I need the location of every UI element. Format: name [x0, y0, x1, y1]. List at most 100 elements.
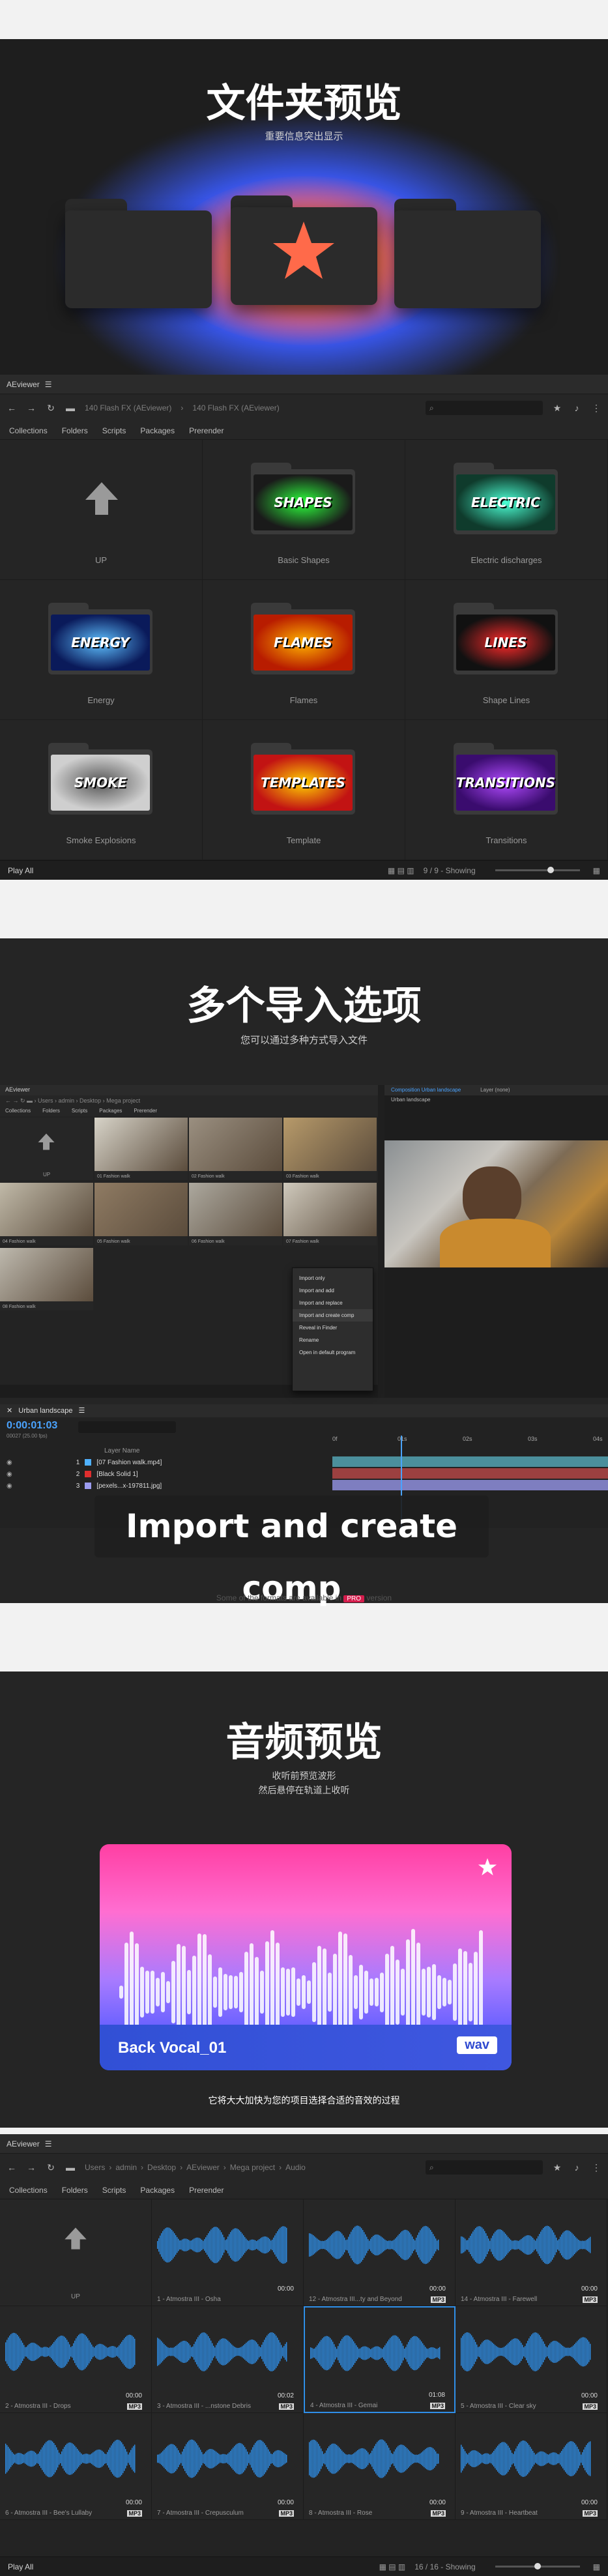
clip-tile[interactable]: 06 Fashion walk — [189, 1183, 282, 1245]
clip-tile[interactable]: 04 Fashion walk — [0, 1183, 93, 1245]
layer-tab[interactable]: Layer (none) — [480, 1087, 510, 1093]
breadcrumb-0[interactable]: 140 Flash FX (AEviewer) — [85, 403, 171, 412]
more-icon[interactable]: ⋮ — [591, 403, 601, 413]
audio-tile[interactable]: 00:00 MP3 12 - Atmostra III...ty and Beyon… — [304, 2199, 456, 2306]
clip-tile[interactable]: 03 Fashion walk — [283, 1118, 377, 1180]
clip-tile[interactable]: 01 Fashion walk — [94, 1118, 188, 1180]
menu-packages[interactable]: Packages — [99, 1108, 122, 1116]
eye-icon[interactable]: ◉ — [7, 1471, 12, 1478]
star-icon[interactable]: ★ — [552, 403, 562, 413]
folder-tile-2[interactable]: ELECTRIC Electric discharges — [405, 440, 608, 580]
menu-prerender[interactable]: Prerender — [134, 1108, 157, 1116]
menu-prerender[interactable]: Prerender — [189, 426, 224, 435]
eye-icon[interactable]: ◉ — [7, 1459, 12, 1466]
clip-tile[interactable]: 02 Fashion walk — [189, 1118, 282, 1180]
layout-icon[interactable]: ▦ — [593, 2562, 600, 2571]
track-bar-1[interactable] — [332, 1456, 608, 1467]
forward-icon[interactable]: → — [26, 2162, 36, 2173]
up-tile[interactable]: UP — [0, 2199, 152, 2306]
folder-tile-5[interactable]: LINES Shape Lines — [405, 580, 608, 720]
timeline-search[interactable] — [78, 1421, 176, 1433]
menu-folders[interactable]: Folders — [62, 2186, 88, 2195]
bell-icon[interactable]: ♪ — [572, 2162, 582, 2173]
timecode[interactable]: 0:00:01:03 — [7, 1420, 57, 1432]
search-input[interactable]: ⌕ — [426, 401, 543, 415]
context-menu-item[interactable]: Reveal in Finder — [293, 1322, 373, 1334]
up-tile[interactable]: UP — [0, 1118, 93, 1180]
track-bar-3[interactable] — [332, 1480, 608, 1490]
folder-tile-8[interactable]: TRANSITIONS Transitions — [405, 720, 608, 860]
layer-row[interactable]: ◉ 3 [pexels...x-197811.jpg] — [0, 1480, 329, 1492]
audio-tile[interactable]: 00:00 1 - Atmostra III - Osha — [152, 2199, 304, 2306]
folder-tile-3[interactable]: ENERGY Energy — [0, 580, 203, 720]
star-icon[interactable] — [478, 1857, 497, 1877]
menu-scripts[interactable]: Scripts — [102, 2186, 126, 2195]
audio-tile[interactable]: 00:00 MP3 9 - Atmostra III - Heartbeat — [456, 2413, 607, 2520]
back-icon[interactable]: ← — [7, 2162, 17, 2173]
breadcrumb-item[interactable]: Users — [85, 2163, 105, 2172]
layer-row[interactable]: ◉ 1 [07 Fashion walk.mp4] — [0, 1456, 329, 1468]
bell-icon[interactable]: ♪ — [572, 403, 582, 413]
menu-folders[interactable]: Folders — [42, 1108, 60, 1116]
grid-view-icon[interactable]: ▦ ▤ ▥ — [388, 866, 414, 875]
audio-tile[interactable]: 00:00 MP3 8 - Atmostra III - Rose — [304, 2413, 456, 2520]
close-icon[interactable]: ✕ — [7, 1407, 12, 1415]
folder-tile-0[interactable]: UP — [0, 440, 203, 580]
zoom-slider[interactable] — [495, 867, 580, 873]
menu-packages[interactable]: Packages — [140, 2186, 175, 2195]
more-icon[interactable]: ⋮ — [591, 2162, 601, 2173]
play-all-button[interactable]: Play All — [8, 866, 33, 875]
breadcrumb-item[interactable]: AEviewer — [186, 2163, 220, 2172]
eye-icon[interactable]: ◉ — [7, 1483, 12, 1490]
menu-packages[interactable]: Packages — [140, 426, 175, 435]
refresh-icon[interactable]: ↻ — [46, 403, 56, 413]
clip-tile[interactable]: 05 Fashion walk — [94, 1183, 188, 1245]
context-menu-item[interactable]: Import and replace — [293, 1297, 373, 1309]
menu-collections[interactable]: Collections — [9, 426, 48, 435]
folder-tile-6[interactable]: SMOKE Smoke Explosions — [0, 720, 203, 860]
audio-tile[interactable]: 00:00 MP3 5 - Atmostra III - Clear sky — [456, 2306, 607, 2413]
audio-tile[interactable]: 00:00 MP3 14 - Atmostra III - Farewell — [456, 2199, 607, 2306]
timeline-tab[interactable]: Urban landscape — [18, 1407, 72, 1415]
folder-tile-4[interactable]: FLAMES Flames — [203, 580, 405, 720]
breadcrumb-1[interactable]: 140 Flash FX (AEviewer) — [192, 403, 279, 412]
play-all-button[interactable]: Play All — [8, 2562, 33, 2571]
audio-tile[interactable]: 01:08 MP3 4 - Atmostra III - Gemai — [304, 2306, 456, 2413]
audio-tile[interactable]: 00:00 MP3 6 - Atmostra III - Bee's Lullaby — [0, 2413, 152, 2520]
composition-tab[interactable]: Composition Urban landscape — [391, 1087, 461, 1093]
folder-tile-1[interactable]: SHAPES Basic Shapes — [203, 440, 405, 580]
menu-folders[interactable]: Folders — [62, 426, 88, 435]
audio-tile[interactable]: 00:02 MP3 3 - Atmostra III - ...nstone Deb… — [152, 2306, 304, 2413]
folder-tile-7[interactable]: TEMPLATES Template — [203, 720, 405, 860]
search-input[interactable]: ⌕ — [426, 2160, 543, 2175]
folder-icon[interactable]: ▬ — [65, 403, 76, 413]
audio-card[interactable]: Back Vocal_01 wav — [100, 1844, 512, 2070]
audio-tile[interactable]: 00:00 MP3 2 - Atmostra III - Drops — [0, 2306, 152, 2413]
breadcrumb-item[interactable]: Desktop — [147, 2163, 176, 2172]
forward-icon[interactable]: → — [26, 403, 36, 413]
zoom-slider[interactable] — [495, 2563, 580, 2569]
refresh-icon[interactable]: ↻ — [46, 2162, 56, 2173]
track-bar-2[interactable] — [332, 1468, 608, 1479]
clip-tile[interactable]: 07 Fashion walk — [283, 1183, 377, 1245]
menu-prerender[interactable]: Prerender — [189, 2186, 224, 2195]
hamburger-icon[interactable]: ☰ — [45, 2139, 52, 2149]
audio-tile[interactable]: 00:00 MP3 7 - Atmostra III - Crepusculum — [152, 2413, 304, 2520]
star-icon[interactable]: ★ — [552, 2162, 562, 2173]
clip-tile[interactable]: 08 Fashion walk — [0, 1248, 93, 1310]
context-menu-item[interactable]: Import and create comp — [293, 1309, 373, 1322]
menu-collections[interactable]: Collections — [9, 2186, 48, 2195]
menu-scripts[interactable]: Scripts — [102, 426, 126, 435]
back-icon[interactable]: ← — [7, 403, 17, 413]
context-menu-item[interactable]: Import and add — [293, 1284, 373, 1297]
layout-icon[interactable]: ▦ — [593, 866, 600, 875]
breadcrumb-item[interactable]: Mega project — [230, 2163, 275, 2172]
grid-view-icon[interactable]: ▦ ▤ ▥ — [379, 2562, 406, 2571]
context-menu-item[interactable]: Rename — [293, 1334, 373, 1346]
layer-row[interactable]: ◉ 2 [Black Solid 1] — [0, 1468, 329, 1480]
folder-icon[interactable]: ▬ — [65, 2162, 76, 2173]
breadcrumb-item[interactable]: admin — [115, 2163, 137, 2172]
menu-collections[interactable]: Collections — [5, 1108, 31, 1116]
context-menu-item[interactable]: Import only — [293, 1272, 373, 1284]
breadcrumb-item[interactable]: Audio — [285, 2163, 306, 2172]
